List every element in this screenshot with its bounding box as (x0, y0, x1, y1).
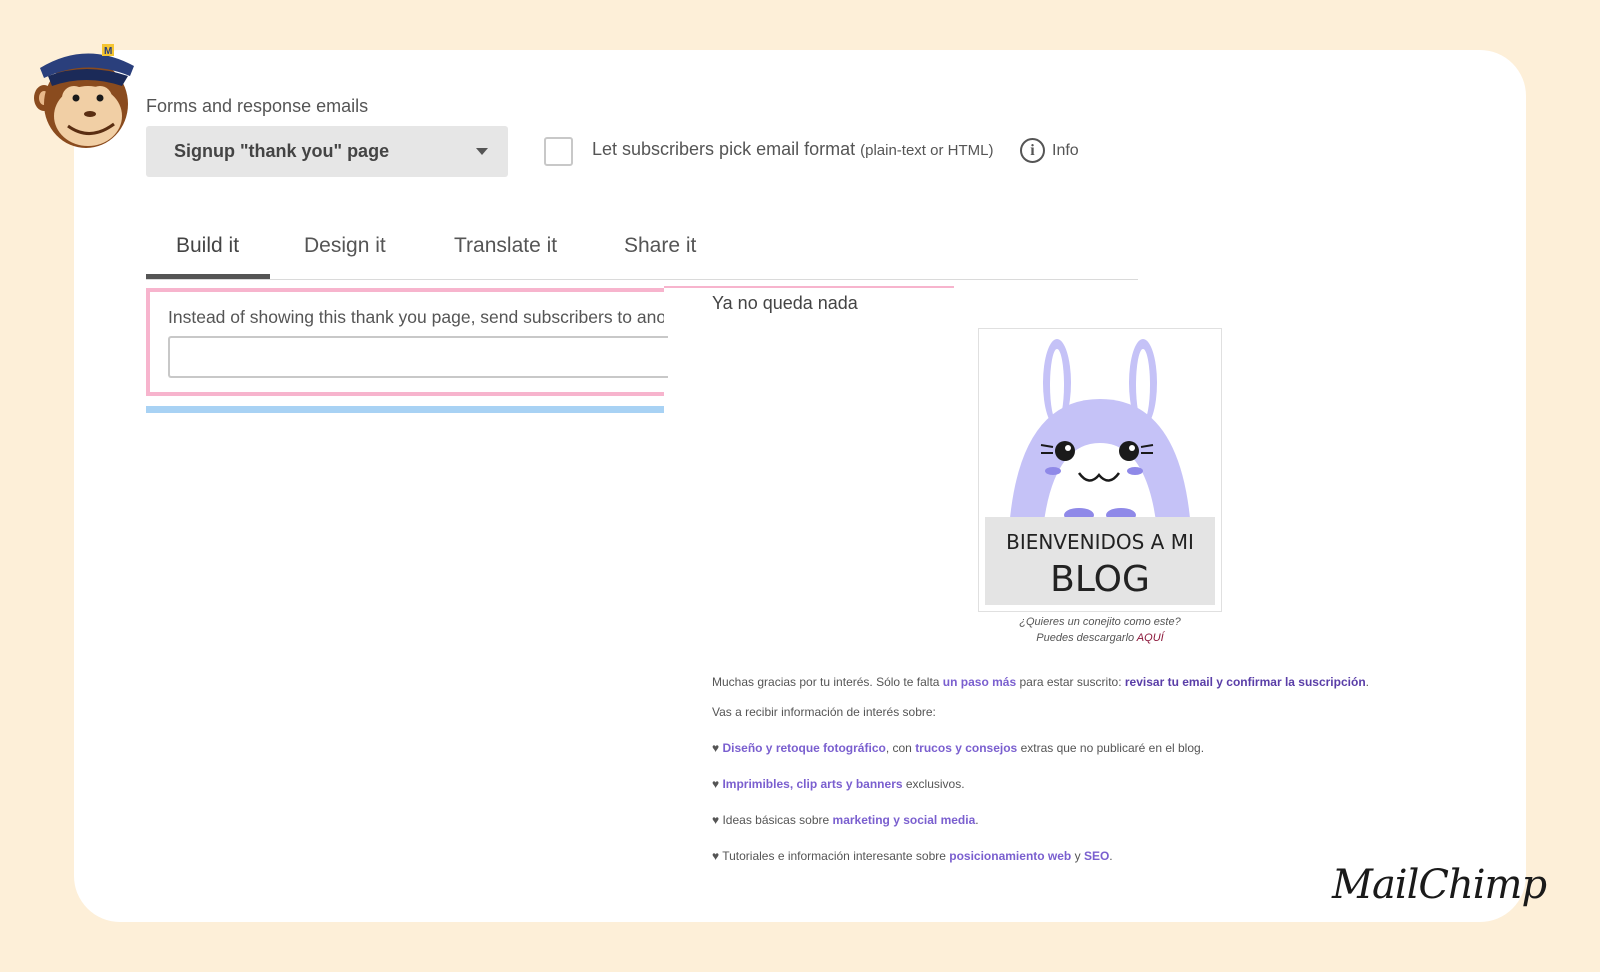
thank-you-paragraph: Muchas gracias por tu interés. Sólo te f… (712, 675, 1369, 689)
main-card (74, 50, 1526, 922)
topic-highlight: posicionamiento web (949, 849, 1072, 863)
email-format-hint: (plain-text or HTML) (860, 142, 994, 159)
tab-build-it[interactable]: Build it (176, 234, 239, 258)
bunny-caption-download: Puedes descargarlo AQUÍ (978, 632, 1222, 644)
topic-item: ♥ Imprimibles, clip arts y banners exclu… (712, 777, 965, 791)
topic-highlight: Imprimibles, clip arts y banners (722, 777, 903, 791)
info-icon[interactable]: i (1020, 138, 1045, 163)
mailchimp-logo: MailChimp (1332, 862, 1547, 908)
bunny-illustration-icon: BIENVENIDOS A MI BLOG (985, 339, 1215, 605)
bunny-image-text-line2: BLOG (1050, 559, 1150, 600)
topic-highlight: Diseño y retoque fotográfico (722, 741, 886, 755)
preview-title: Ya no queda nada (712, 293, 858, 313)
topic-text: . (975, 813, 979, 827)
redirect-url-field-container: Instead of showing this thank you page, … (146, 288, 668, 396)
topic-text: extras que no publicaré en el blog. (1017, 741, 1205, 755)
preview-top-border (664, 286, 954, 288)
topics-intro: Vas a recibir información de interés sob… (712, 705, 936, 719)
form-type-select[interactable]: Signup "thank you" page (146, 126, 508, 177)
topic-item: ♥ Diseño y retoque fotográfico, con truc… (712, 741, 1204, 755)
redirect-url-label: Instead of showing this thank you page, … (168, 307, 664, 327)
tab-design-it[interactable]: Design it (304, 234, 386, 258)
bunny-download-link[interactable]: AQUÍ (1137, 632, 1164, 644)
thank-you-period: . (1365, 675, 1369, 689)
topic-highlight: SEO (1083, 849, 1110, 863)
bunny-image-text-line1: BIENVENIDOS A MI (1006, 530, 1194, 554)
topic-bullet: ♥ (712, 777, 723, 791)
topic-text: . (1109, 849, 1113, 863)
email-format-label[interactable]: Let subscribers pick email format (plain… (592, 139, 993, 160)
redirect-url-input[interactable] (168, 336, 668, 378)
thank-you-text-2: para estar suscrito: (1016, 675, 1125, 689)
bunny-caption: ¿Quieres un conejito como este? (1019, 616, 1181, 628)
topic-text: , con (885, 741, 916, 755)
topic-bullet: ♥ (712, 741, 723, 755)
topic-text: y (1071, 849, 1084, 863)
topic-item: ♥ Ideas básicas sobre marketing y social… (712, 813, 979, 827)
chevron-down-icon (476, 148, 488, 155)
one-more-step-highlight: un paso más (942, 675, 1017, 689)
email-format-label-text: Let subscribers pick email format (592, 139, 856, 159)
info-link[interactable]: Info (1052, 142, 1079, 160)
topic-highlight: marketing y social media (832, 813, 976, 827)
topic-highlight: trucos y consejos (915, 741, 1018, 755)
field-separator-strip (146, 406, 664, 413)
tab-translate-it[interactable]: Translate it (454, 234, 557, 258)
form-type-select-value: Signup "thank you" page (174, 141, 390, 161)
svg-text:M: M (104, 46, 112, 57)
thank-you-text: Muchas gracias por tu interés. Sólo te f… (712, 675, 943, 689)
bunny-image: BIENVENIDOS A MI BLOG (978, 328, 1222, 612)
confirm-subscription-highlight: revisar tu email y confirmar la suscripc… (1124, 675, 1366, 689)
freddie-monkey-icon: M (34, 44, 134, 148)
form-builder-tabs: Build it Design it Translate it Share it (146, 230, 1138, 280)
bunny-caption-download-text: Puedes descargarlo (1036, 632, 1135, 644)
tab-share-it[interactable]: Share it (624, 234, 696, 258)
topic-text: ♥ Ideas básicas sobre (712, 813, 833, 827)
topic-item: ♥ Tutoriales e información interesante s… (712, 849, 1113, 863)
active-tab-indicator (146, 274, 270, 279)
section-title: Forms and response emails (146, 96, 369, 116)
topic-text: exclusivos. (902, 777, 965, 791)
topic-text: ♥ Tutoriales e información interesante s… (712, 849, 950, 863)
email-format-checkbox[interactable] (544, 137, 573, 166)
